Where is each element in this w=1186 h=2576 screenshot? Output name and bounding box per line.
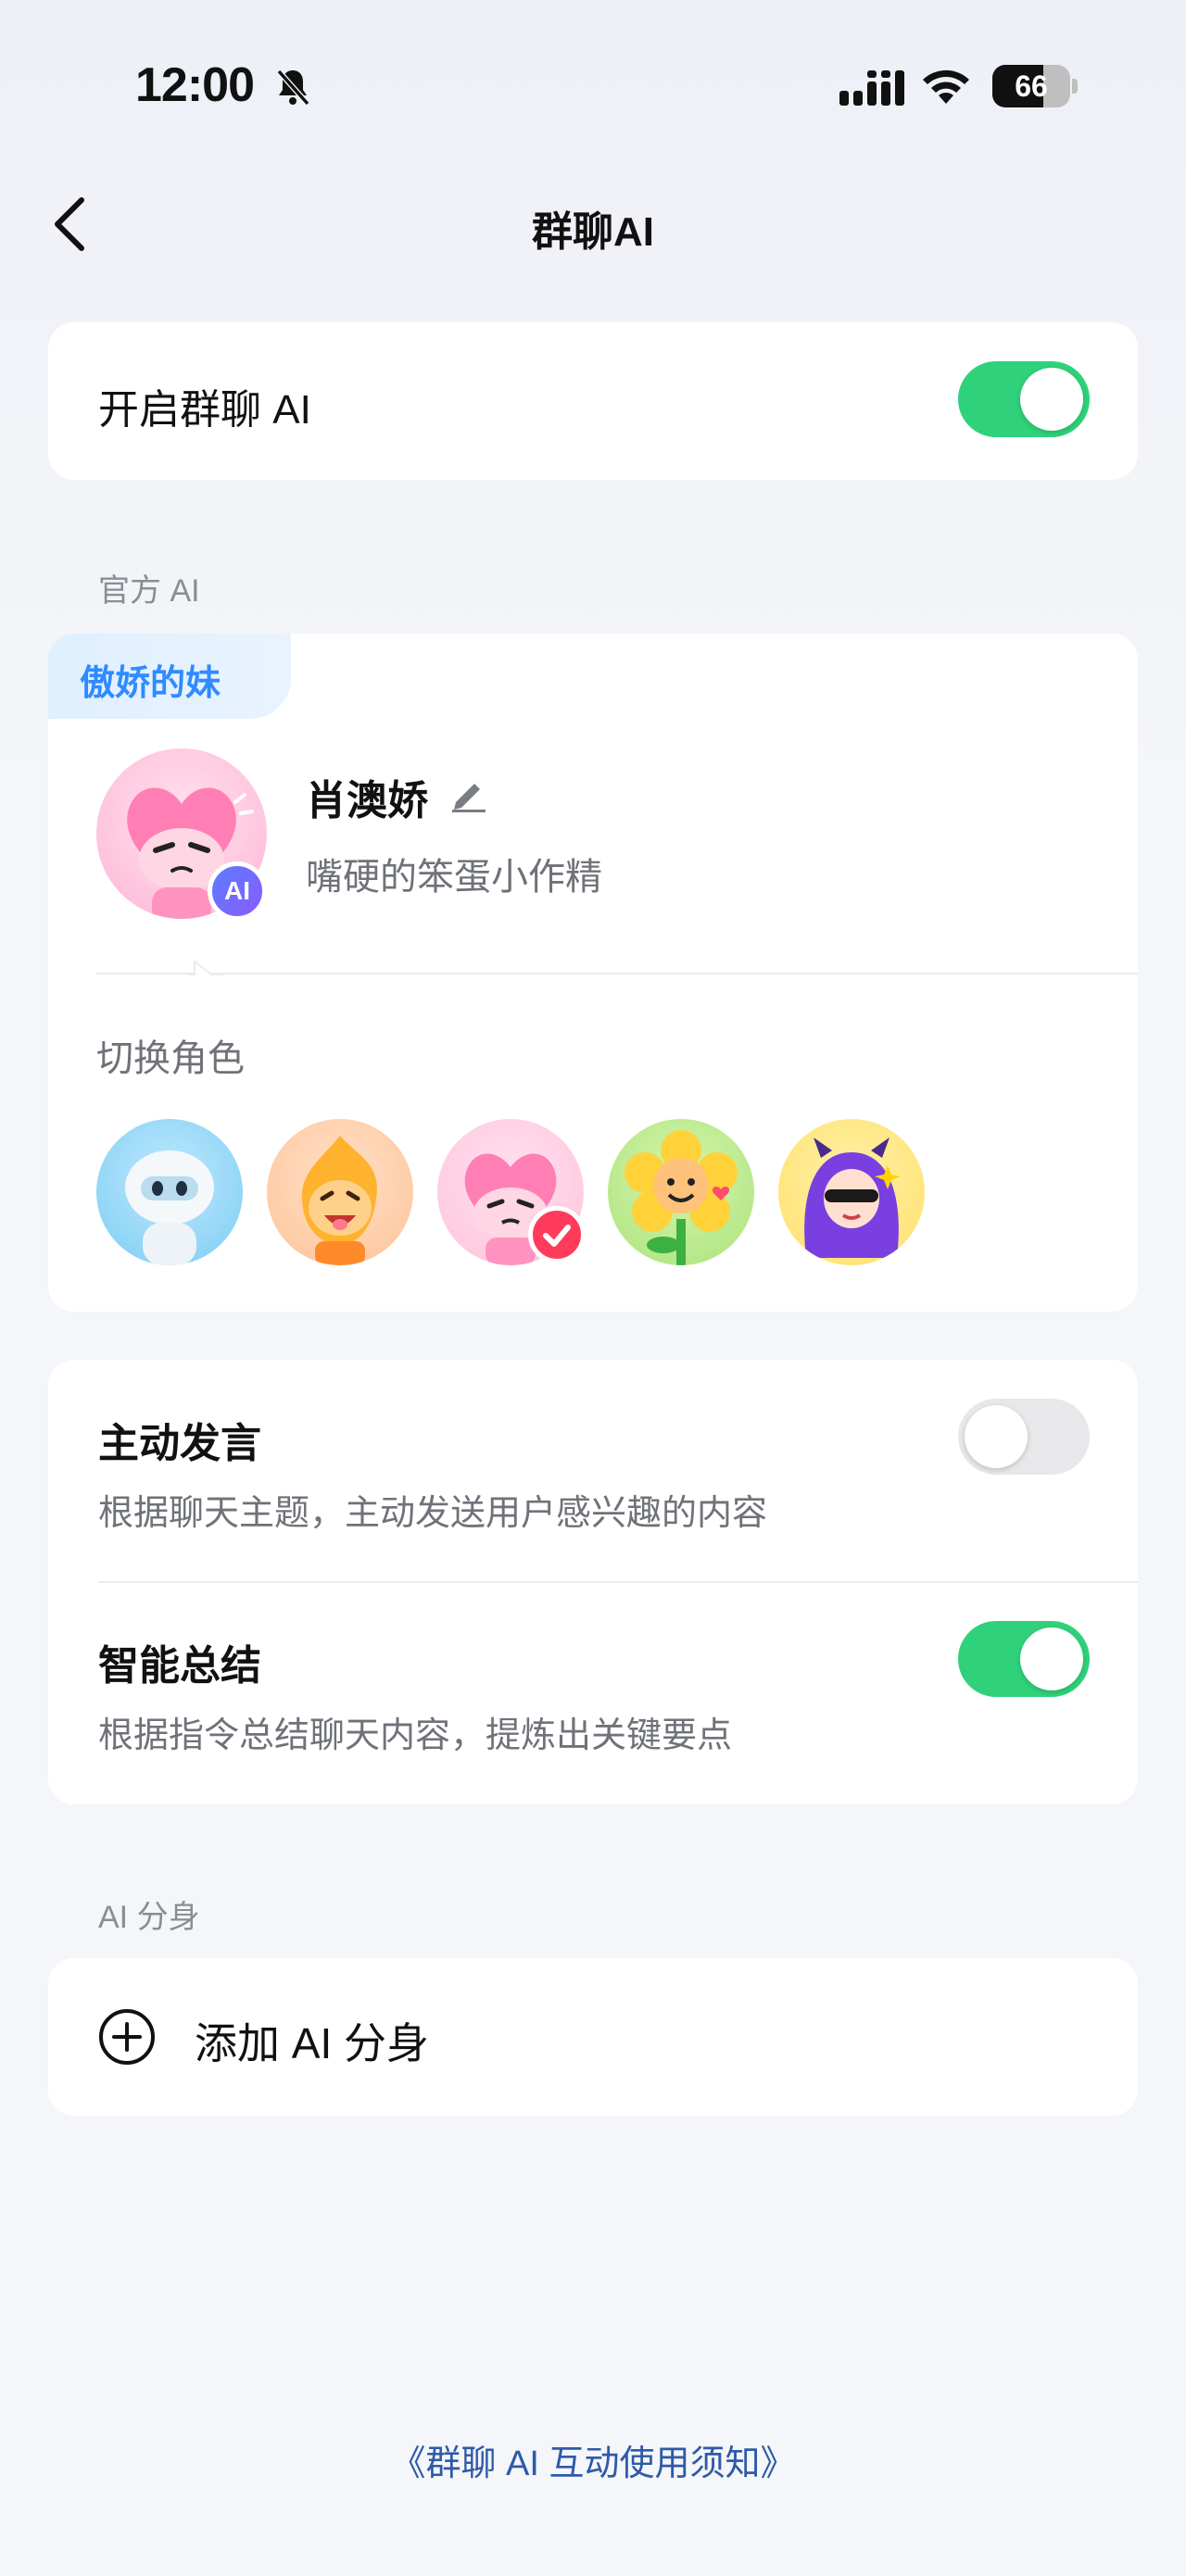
robot-character-icon <box>125 1150 214 1265</box>
official-ai-card: 傲娇的妹 AI 肖澳娇 嘴硬的笨蛋小作精 切换角色 <box>48 634 1138 1312</box>
devil-girl-character-icon <box>804 1137 901 1258</box>
role-option-flame[interactable] <box>267 1119 413 1265</box>
battery-level: 66 <box>1015 69 1048 103</box>
add-ai-clone-label: 添加 AI 分身 <box>195 2019 430 2067</box>
enable-group-ai-label: 开启群聊 AI <box>98 387 311 433</box>
flower-character-icon <box>625 1130 738 1265</box>
enable-group-ai-toggle[interactable] <box>958 361 1090 437</box>
character-description: 嘴硬的笨蛋小作精 <box>306 857 602 898</box>
official-ai-section-label: 官方 AI <box>98 573 200 609</box>
smart-summary-toggle[interactable] <box>958 1621 1090 1697</box>
usage-terms-link[interactable]: 《群聊 AI 互动使用须知》 <box>0 2434 1186 2485</box>
selected-check-icon <box>528 1206 586 1263</box>
role-option-robot[interactable] <box>96 1119 243 1265</box>
card-divider <box>96 973 1138 974</box>
proactive-speak-subtitle: 根据聊天主题，主动发送用户感兴趣的内容 <box>98 1494 768 1533</box>
proactive-speak-title: 主动发言 <box>98 1421 261 1466</box>
edit-pencil-icon[interactable] <box>448 773 489 813</box>
add-ai-clone-button[interactable]: 添加 AI 分身 <box>48 1958 1138 2116</box>
persona-tag-text: 傲娇的妹 <box>80 664 221 703</box>
flame-character-icon <box>301 1136 377 1265</box>
status-bar: 12:00 66 <box>0 0 1186 176</box>
bell-muted-icon <box>276 69 310 106</box>
wifi-icon <box>923 69 969 104</box>
ai-clone-section-label: AI 分身 <box>98 1900 200 1935</box>
battery-icon: 66 <box>992 65 1078 107</box>
proactive-speak-toggle[interactable] <box>958 1399 1090 1475</box>
pointer-notch-icon <box>187 959 224 975</box>
ai-badge: AI <box>208 861 267 921</box>
enable-group-ai-card: 开启群聊 AI <box>48 322 1138 480</box>
status-time: 12:00 <box>135 58 255 112</box>
signal-icon <box>839 70 904 106</box>
smart-summary-title: 智能总结 <box>98 1643 261 1689</box>
role-option-flower[interactable] <box>608 1119 754 1265</box>
smart-summary-subtitle: 根据指令总结聊天内容，提炼出关键要点 <box>98 1716 733 1755</box>
role-option-devil-girl[interactable] <box>778 1119 925 1265</box>
add-circle-icon <box>99 2009 155 2065</box>
settings-divider <box>98 1581 1138 1583</box>
character-name: 肖澳娇 <box>306 778 428 823</box>
switch-role-label: 切换角色 <box>96 1038 245 1079</box>
ai-settings-card: 主动发言 根据聊天主题，主动发送用户感兴趣的内容 智能总结 根据指令总结聊天内容… <box>48 1360 1138 1804</box>
page-title: 群聊AI <box>532 209 654 255</box>
